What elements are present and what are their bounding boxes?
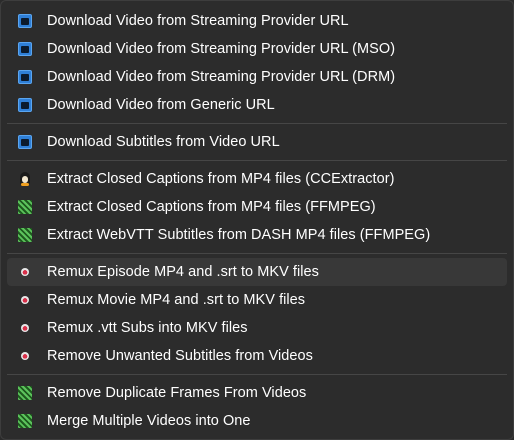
menu-item-download-streaming-url[interactable]: Download Video from Streaming Provider U…	[7, 7, 507, 35]
menu-item-remux-movie[interactable]: Remux Movie MP4 and .srt to MKV files	[7, 286, 507, 314]
mkvtoolnix-icon	[21, 324, 29, 332]
ffmpeg-icon	[18, 228, 32, 242]
menu-item-label: Remux Episode MP4 and .srt to MKV files	[47, 264, 319, 280]
menu-item-remove-unwanted-subtitles[interactable]: Remove Unwanted Subtitles from Videos	[7, 342, 507, 370]
context-menu: Download Video from Streaming Provider U…	[0, 0, 514, 440]
menu-item-label: Download Video from Generic URL	[47, 97, 275, 113]
menu-item-merge-videos[interactable]: Merge Multiple Videos into One	[7, 407, 507, 435]
streaming-app-icon	[18, 42, 32, 56]
menu-item-download-subtitles[interactable]: Download Subtitles from Video URL	[7, 128, 507, 156]
menu-item-label: Remux Movie MP4 and .srt to MKV files	[47, 292, 306, 308]
streaming-app-icon	[18, 14, 32, 28]
streaming-app-icon	[18, 98, 32, 112]
streaming-app-icon	[18, 70, 32, 84]
menu-item-label: Merge Multiple Videos into One	[47, 413, 251, 429]
mkvtoolnix-icon	[21, 296, 29, 304]
menu-item-download-streaming-url-drm[interactable]: Download Video from Streaming Provider U…	[7, 63, 507, 91]
menu-item-remux-vtt[interactable]: Remux .vtt Subs into MKV files	[7, 314, 507, 342]
ffmpeg-icon	[18, 414, 32, 428]
ffmpeg-icon	[18, 386, 32, 400]
menu-separator	[7, 374, 507, 375]
ccextractor-icon	[20, 172, 30, 186]
menu-item-label: Remove Duplicate Frames From Videos	[47, 385, 307, 401]
menu-item-download-streaming-url-mso[interactable]: Download Video from Streaming Provider U…	[7, 35, 507, 63]
menu-item-extract-webvtt-ffmpeg[interactable]: Extract WebVTT Subtitles from DASH MP4 f…	[7, 221, 507, 249]
mkvtoolnix-icon	[21, 352, 29, 360]
menu-item-extract-cc-ffmpeg[interactable]: Extract Closed Captions from MP4 files (…	[7, 193, 507, 221]
menu-item-label: Extract WebVTT Subtitles from DASH MP4 f…	[47, 227, 431, 243]
menu-item-download-generic-url[interactable]: Download Video from Generic URL	[7, 91, 507, 119]
streaming-app-icon	[18, 135, 32, 149]
mkvtoolnix-icon	[21, 268, 29, 276]
menu-item-remove-duplicate-frames[interactable]: Remove Duplicate Frames From Videos	[7, 379, 507, 407]
menu-item-label: Remove Unwanted Subtitles from Videos	[47, 348, 313, 364]
menu-item-label: Download Video from Streaming Provider U…	[47, 41, 396, 57]
menu-item-remux-episode[interactable]: Remux Episode MP4 and .srt to MKV files	[7, 258, 507, 286]
menu-item-label: Extract Closed Captions from MP4 files (…	[47, 199, 376, 215]
menu-item-label: Download Video from Streaming Provider U…	[47, 69, 396, 85]
menu-item-label: Extract Closed Captions from MP4 files (…	[47, 171, 395, 187]
menu-item-extract-cc-ccextractor[interactable]: Extract Closed Captions from MP4 files (…	[7, 165, 507, 193]
menu-separator	[7, 253, 507, 254]
menu-item-label: Remux .vtt Subs into MKV files	[47, 320, 248, 336]
ffmpeg-icon	[18, 200, 32, 214]
menu-item-label: Download Subtitles from Video URL	[47, 134, 280, 150]
menu-separator	[7, 123, 507, 124]
menu-separator	[7, 160, 507, 161]
menu-item-label: Download Video from Streaming Provider U…	[47, 13, 349, 29]
